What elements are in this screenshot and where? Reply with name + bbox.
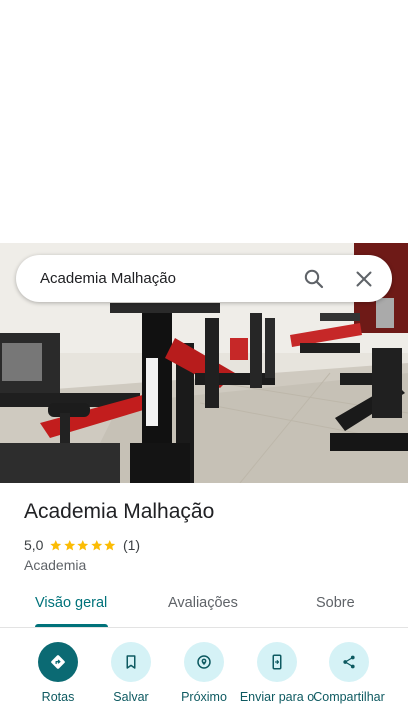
bookmark-icon <box>111 642 151 682</box>
share-icon <box>329 642 369 682</box>
rating-row[interactable]: 5,0 (1) <box>24 536 140 554</box>
share-button[interactable]: Compartilhar <box>311 642 387 704</box>
nearby-label: Próximo <box>181 690 227 704</box>
directions-label: Rotas <box>41 690 75 704</box>
nearby-icon <box>184 642 224 682</box>
rating-value: 5,0 <box>24 537 44 553</box>
save-button[interactable]: Salvar <box>93 642 169 704</box>
search-icon[interactable] <box>302 267 326 291</box>
send-to-phone-button[interactable]: Enviar para o <box>239 642 315 704</box>
place-title: Academia Malhação <box>24 500 215 523</box>
tab-overview[interactable]: Visão geral <box>35 595 107 611</box>
send-to-phone-label: Enviar para o <box>239 690 315 704</box>
tab-about[interactable]: Sobre <box>316 595 355 611</box>
star-icon <box>91 539 103 550</box>
star-icon <box>64 539 76 550</box>
directions-icon <box>38 642 78 682</box>
send-to-phone-icon <box>257 642 297 682</box>
star-icon <box>50 539 62 550</box>
tabs-divider <box>0 627 408 628</box>
nearby-button[interactable]: Próximo <box>166 642 242 704</box>
star-icon <box>104 539 116 550</box>
directions-button[interactable]: Rotas <box>20 642 96 704</box>
rating-stars <box>49 539 117 552</box>
map-blank-area <box>0 0 408 243</box>
search-input[interactable]: Academia Malhação <box>40 270 392 287</box>
share-label: Compartilhar <box>313 690 385 704</box>
search-bar[interactable]: Academia Malhação <box>16 255 392 302</box>
place-category: Academia <box>24 557 87 573</box>
tab-reviews[interactable]: Avaliações <box>168 595 238 611</box>
save-label: Salvar <box>113 690 149 704</box>
star-icon <box>77 539 89 550</box>
close-icon[interactable] <box>352 267 376 291</box>
review-count[interactable]: (1) <box>123 537 140 553</box>
